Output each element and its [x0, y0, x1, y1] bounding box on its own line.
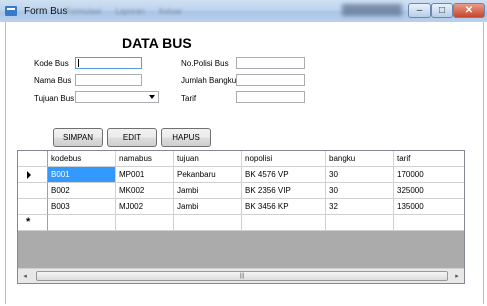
tujuan-bus-label: Tujuan Bus: [34, 94, 75, 103]
row-header[interactable]: [18, 167, 48, 183]
table-cell[interactable]: B003: [48, 199, 116, 215]
text-caret: [78, 58, 79, 67]
column-header-bangku[interactable]: bangku: [326, 151, 394, 167]
table-cell[interactable]: MK002: [116, 183, 174, 199]
no-polisi-input[interactable]: [236, 57, 305, 69]
nama-bus-label: Nama Bus: [34, 76, 72, 85]
no-polisi-label: No.Polisi Bus: [181, 59, 229, 68]
menu-item[interactable]: Keluar: [159, 7, 182, 16]
table-cell[interactable]: BK 4576 VP: [242, 167, 326, 183]
column-header-kodebus[interactable]: kodebus: [48, 151, 116, 167]
table-cell[interactable]: Jambi: [174, 183, 242, 199]
table-cell[interactable]: [242, 215, 326, 231]
app-icon: [5, 6, 17, 16]
new-row[interactable]: *: [18, 215, 464, 231]
table-row[interactable]: B002 MK002 Jambi BK 2356 VIP 30 325000: [18, 183, 464, 199]
table-cell[interactable]: Jambi: [174, 199, 242, 215]
table-cell[interactable]: [326, 215, 394, 231]
row-header[interactable]: *: [18, 215, 48, 231]
table-cell[interactable]: [174, 215, 242, 231]
table-cell[interactable]: 170000: [394, 167, 464, 183]
table-cell[interactable]: [394, 215, 464, 231]
close-button[interactable]: ✕: [453, 3, 485, 18]
new-row-marker: *: [26, 216, 31, 228]
current-row-icon: [27, 171, 31, 179]
column-header-namabus[interactable]: namabus: [116, 151, 174, 167]
table-cell[interactable]: MJ002: [116, 199, 174, 215]
maximize-button[interactable]: □: [431, 3, 453, 18]
tujuan-bus-combobox[interactable]: [75, 91, 159, 103]
scroll-thumb[interactable]: |||: [36, 271, 448, 281]
table-cell[interactable]: 30: [326, 167, 394, 183]
nama-bus-input[interactable]: [75, 74, 142, 86]
window-title: Form Bus: [24, 6, 68, 17]
tarif-label: Tarif: [181, 94, 197, 103]
table-row[interactable]: B003 MJ002 Jambi BK 3456 KP 32 135000: [18, 199, 464, 215]
table-cell[interactable]: B001: [48, 167, 116, 183]
edit-button[interactable]: EDIT: [107, 128, 157, 147]
page-title: DATA BUS: [122, 35, 192, 51]
chevron-down-icon[interactable]: [149, 95, 155, 99]
blurred-menu: Formulasi Laporan Keluar: [66, 7, 194, 16]
hapus-button[interactable]: HAPUS: [161, 128, 211, 147]
column-header-tarif[interactable]: tarif: [394, 151, 464, 167]
table-cell[interactable]: 325000: [394, 183, 464, 199]
table-cell[interactable]: Pekanbaru: [174, 167, 242, 183]
table-cell[interactable]: 32: [326, 199, 394, 215]
kode-bus-label: Kode Bus: [34, 59, 69, 68]
table-cell[interactable]: 30: [326, 183, 394, 199]
table-cell[interactable]: 135000: [394, 199, 464, 215]
tarif-input[interactable]: [236, 91, 305, 103]
title-bar: Form Bus Formulasi Laporan Keluar – □ ✕: [0, 0, 487, 22]
grid-header-row: kodebus namabus tujuan nopolisi bangku t…: [18, 151, 464, 168]
jumlah-bangku-label: Jumlah Bangku: [181, 76, 237, 85]
table-cell[interactable]: [116, 215, 174, 231]
column-header-nopolisi[interactable]: nopolisi: [242, 151, 326, 167]
minimize-button[interactable]: –: [408, 3, 431, 18]
table-cell[interactable]: BK 3456 KP: [242, 199, 326, 215]
table-cell[interactable]: BK 2356 VIP: [242, 183, 326, 199]
scroll-left-icon[interactable]: ◂: [18, 269, 32, 283]
row-header[interactable]: [18, 183, 48, 199]
scroll-right-icon[interactable]: ▸: [450, 269, 464, 283]
simpan-button[interactable]: SIMPAN: [53, 128, 103, 147]
menu-item[interactable]: Formulasi: [66, 7, 101, 16]
column-header-tujuan[interactable]: tujuan: [174, 151, 242, 167]
jumlah-bangku-input[interactable]: [236, 74, 305, 86]
table-cell[interactable]: MP001: [116, 167, 174, 183]
bus-data-grid[interactable]: kodebus namabus tujuan nopolisi bangku t…: [17, 150, 465, 284]
table-cell[interactable]: B002: [48, 183, 116, 199]
table-cell[interactable]: [48, 215, 116, 231]
header-corner[interactable]: [18, 151, 48, 167]
titlebar-blur: [342, 4, 402, 16]
row-header[interactable]: [18, 199, 48, 215]
menu-item[interactable]: Laporan: [115, 7, 144, 16]
horizontal-scrollbar[interactable]: ◂ ||| ▸: [18, 268, 464, 283]
kode-bus-input[interactable]: [75, 57, 142, 69]
table-row[interactable]: B001 MP001 Pekanbaru BK 4576 VP 30 17000…: [18, 167, 464, 183]
